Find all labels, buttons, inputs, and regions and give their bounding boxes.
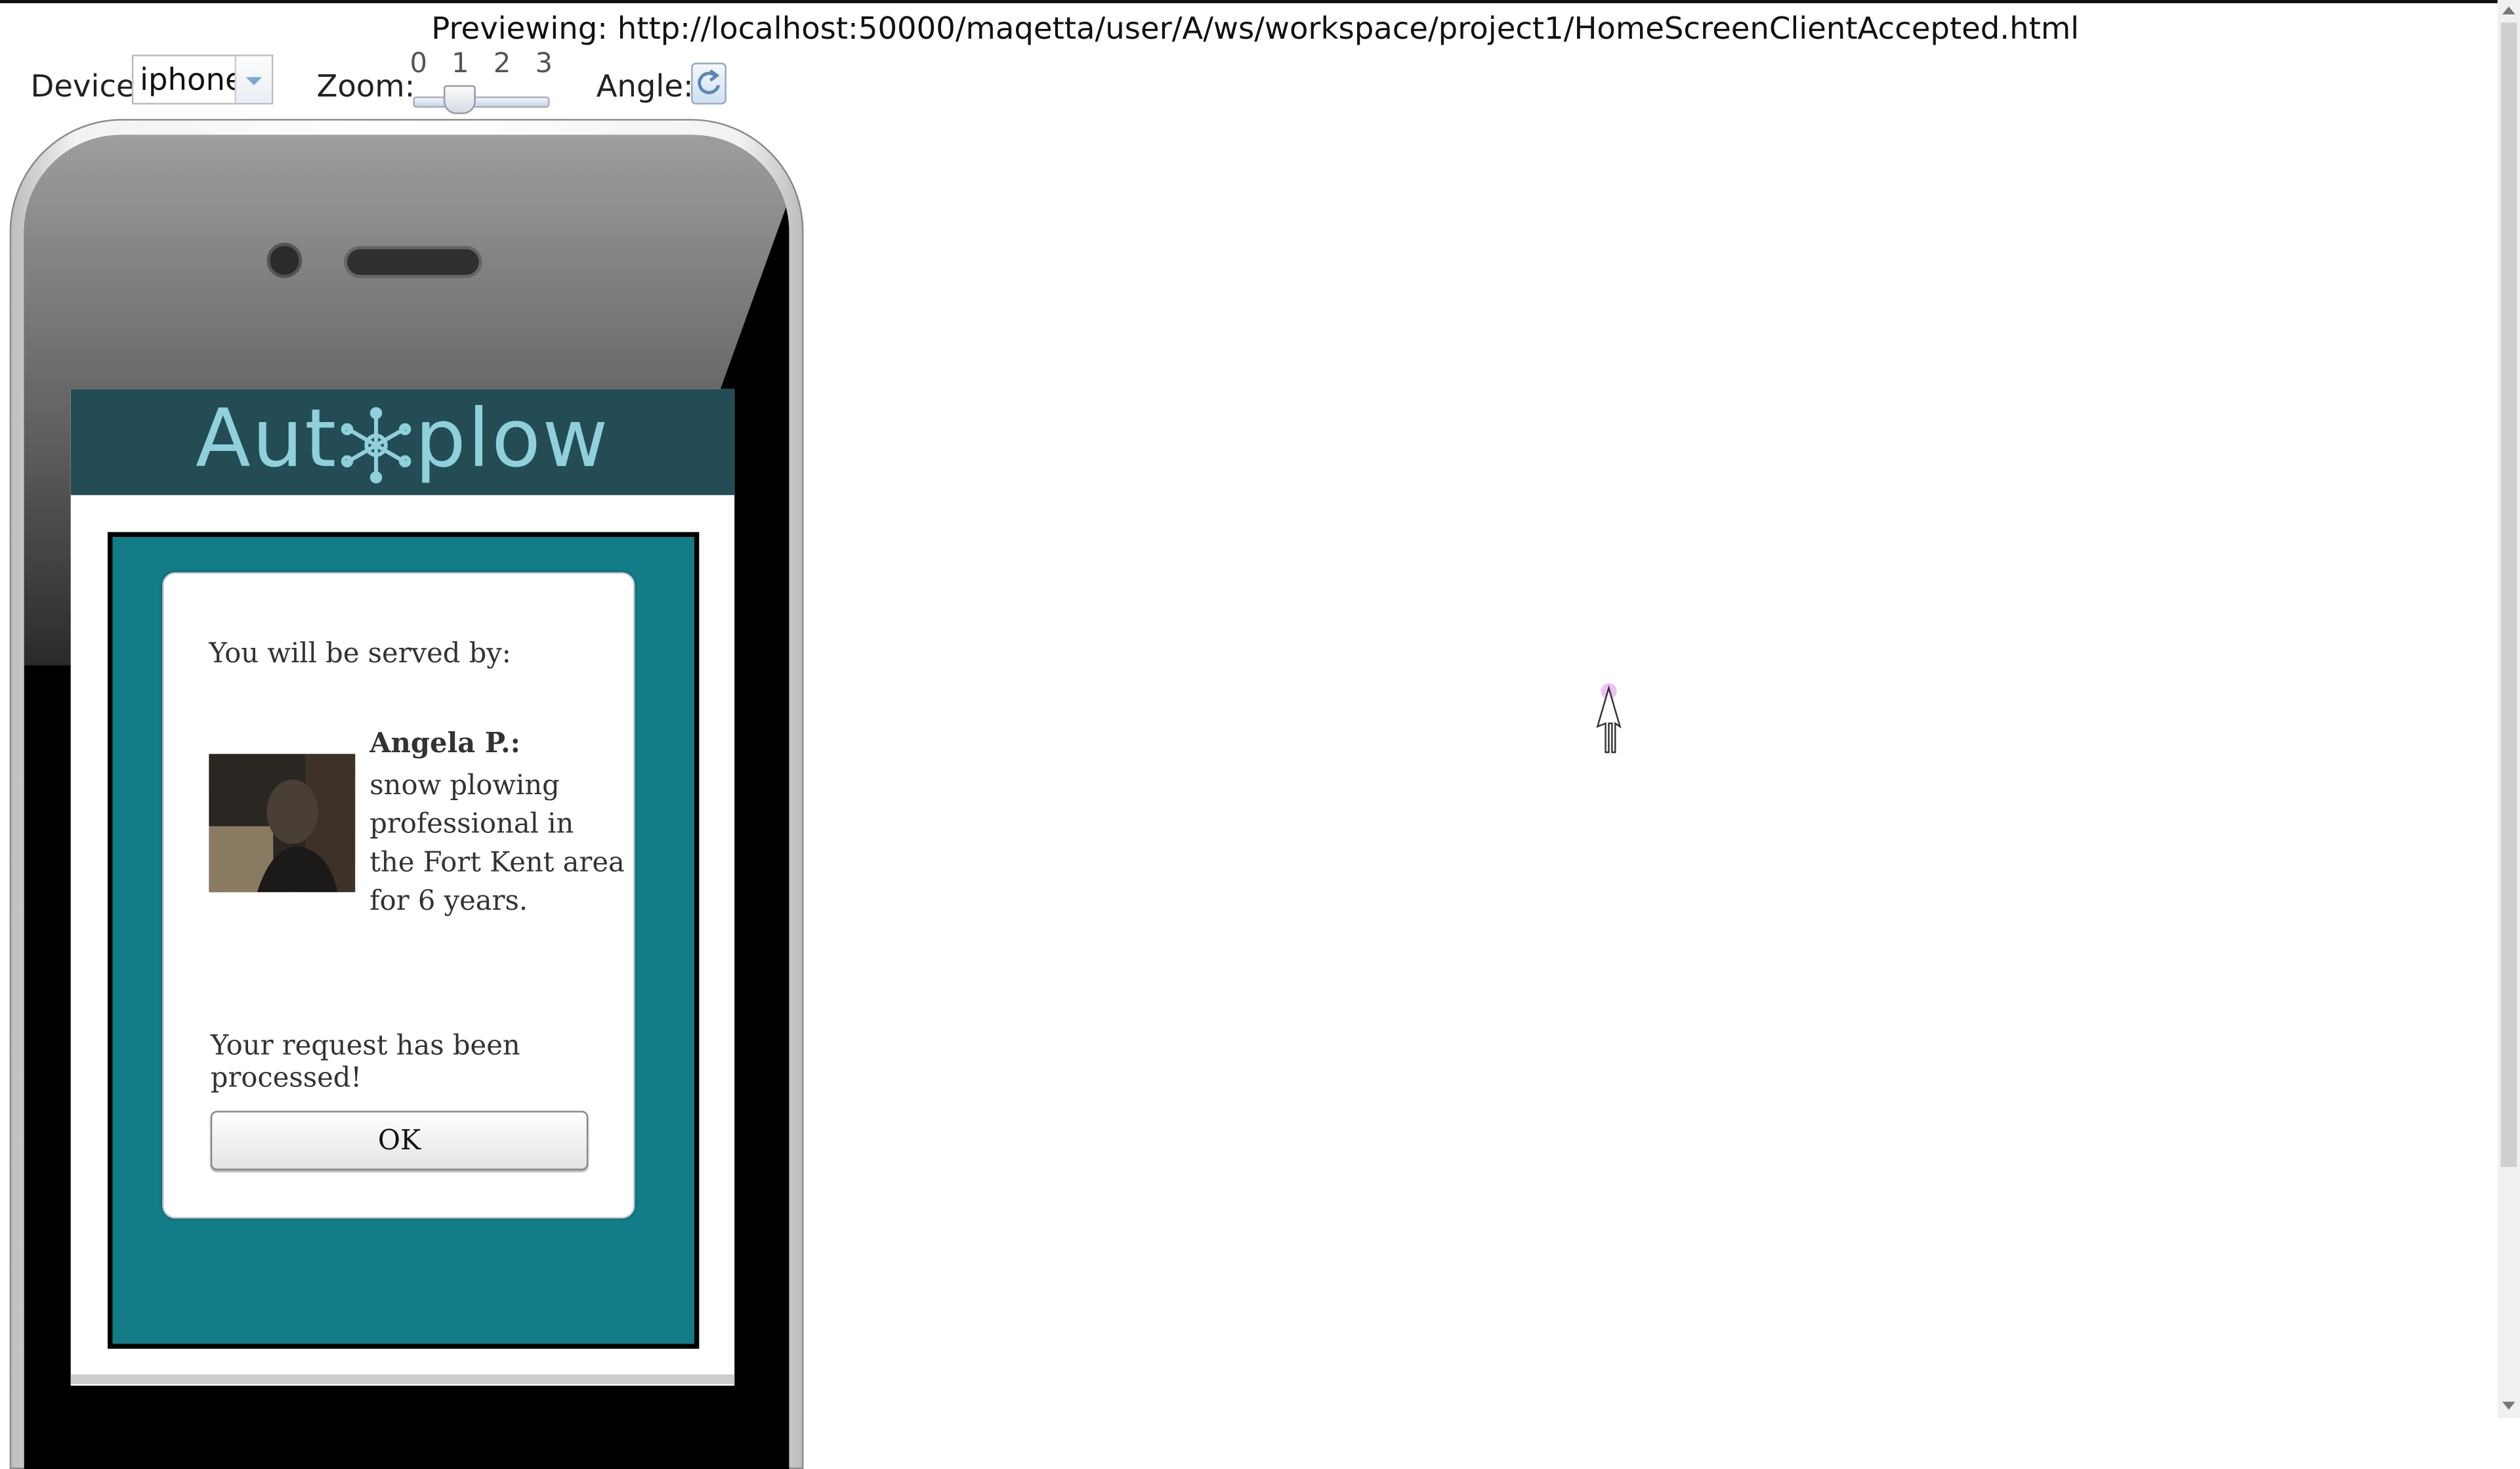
served-by-label: You will be served by: <box>209 638 511 671</box>
device-select-value: iphone <box>140 62 244 98</box>
phone-camera <box>266 242 303 278</box>
confirmation-dialog: You will be served by: Angela P.: snow p… <box>162 572 635 1219</box>
scrollbar-thumb[interactable] <box>2500 22 2517 1167</box>
app-logo: Aut plow <box>71 393 734 486</box>
angle-rotate-button[interactable] <box>691 62 726 105</box>
logo-text-left: Aut <box>196 392 338 486</box>
screen-bottom-edge <box>70 1374 735 1384</box>
phone-speaker <box>344 245 482 278</box>
scroll-down-icon[interactable] <box>2502 1401 2515 1410</box>
top-border <box>0 0 2520 3</box>
scroll-up-icon[interactable] <box>2502 6 2515 15</box>
provider-photo <box>209 754 356 893</box>
provider-name: Angela P.: <box>369 728 521 761</box>
device-select[interactable]: iphone <box>131 54 274 105</box>
logo-text-right: plow <box>415 392 610 486</box>
processed-message: Your request has been processed! <box>210 1030 520 1095</box>
ok-button[interactable]: OK <box>210 1111 589 1170</box>
vertical-scrollbar[interactable] <box>2497 0 2520 1418</box>
zoom-tick-0: 0 <box>410 48 428 81</box>
zoom-slider-handle[interactable] <box>443 85 476 114</box>
zoom-tick-1: 1 <box>452 48 469 81</box>
app-header: Aut plow <box>70 389 735 496</box>
preview-url-title: Previewing: http://localhost:50000/maqet… <box>431 11 2080 47</box>
zoom-slider-track[interactable] <box>413 96 550 108</box>
device-label: Device: <box>30 69 146 105</box>
pointer-cursor-icon <box>1591 681 1627 761</box>
chevron-down-icon[interactable] <box>234 56 272 103</box>
zoom-label: Zoom: <box>316 69 415 105</box>
preview-window: Previewing: http://localhost:50000/maqet… <box>0 0 2520 1469</box>
angle-label: Angle: <box>596 69 694 105</box>
provider-avatar <box>209 754 356 893</box>
provider-bio: snow plowing professional in the Fort Ke… <box>369 770 625 918</box>
snowflake-icon <box>341 406 411 483</box>
rotate-icon <box>698 69 721 95</box>
zoom-tick-2: 2 <box>493 48 511 81</box>
zoom-tick-3: 3 <box>535 48 553 81</box>
